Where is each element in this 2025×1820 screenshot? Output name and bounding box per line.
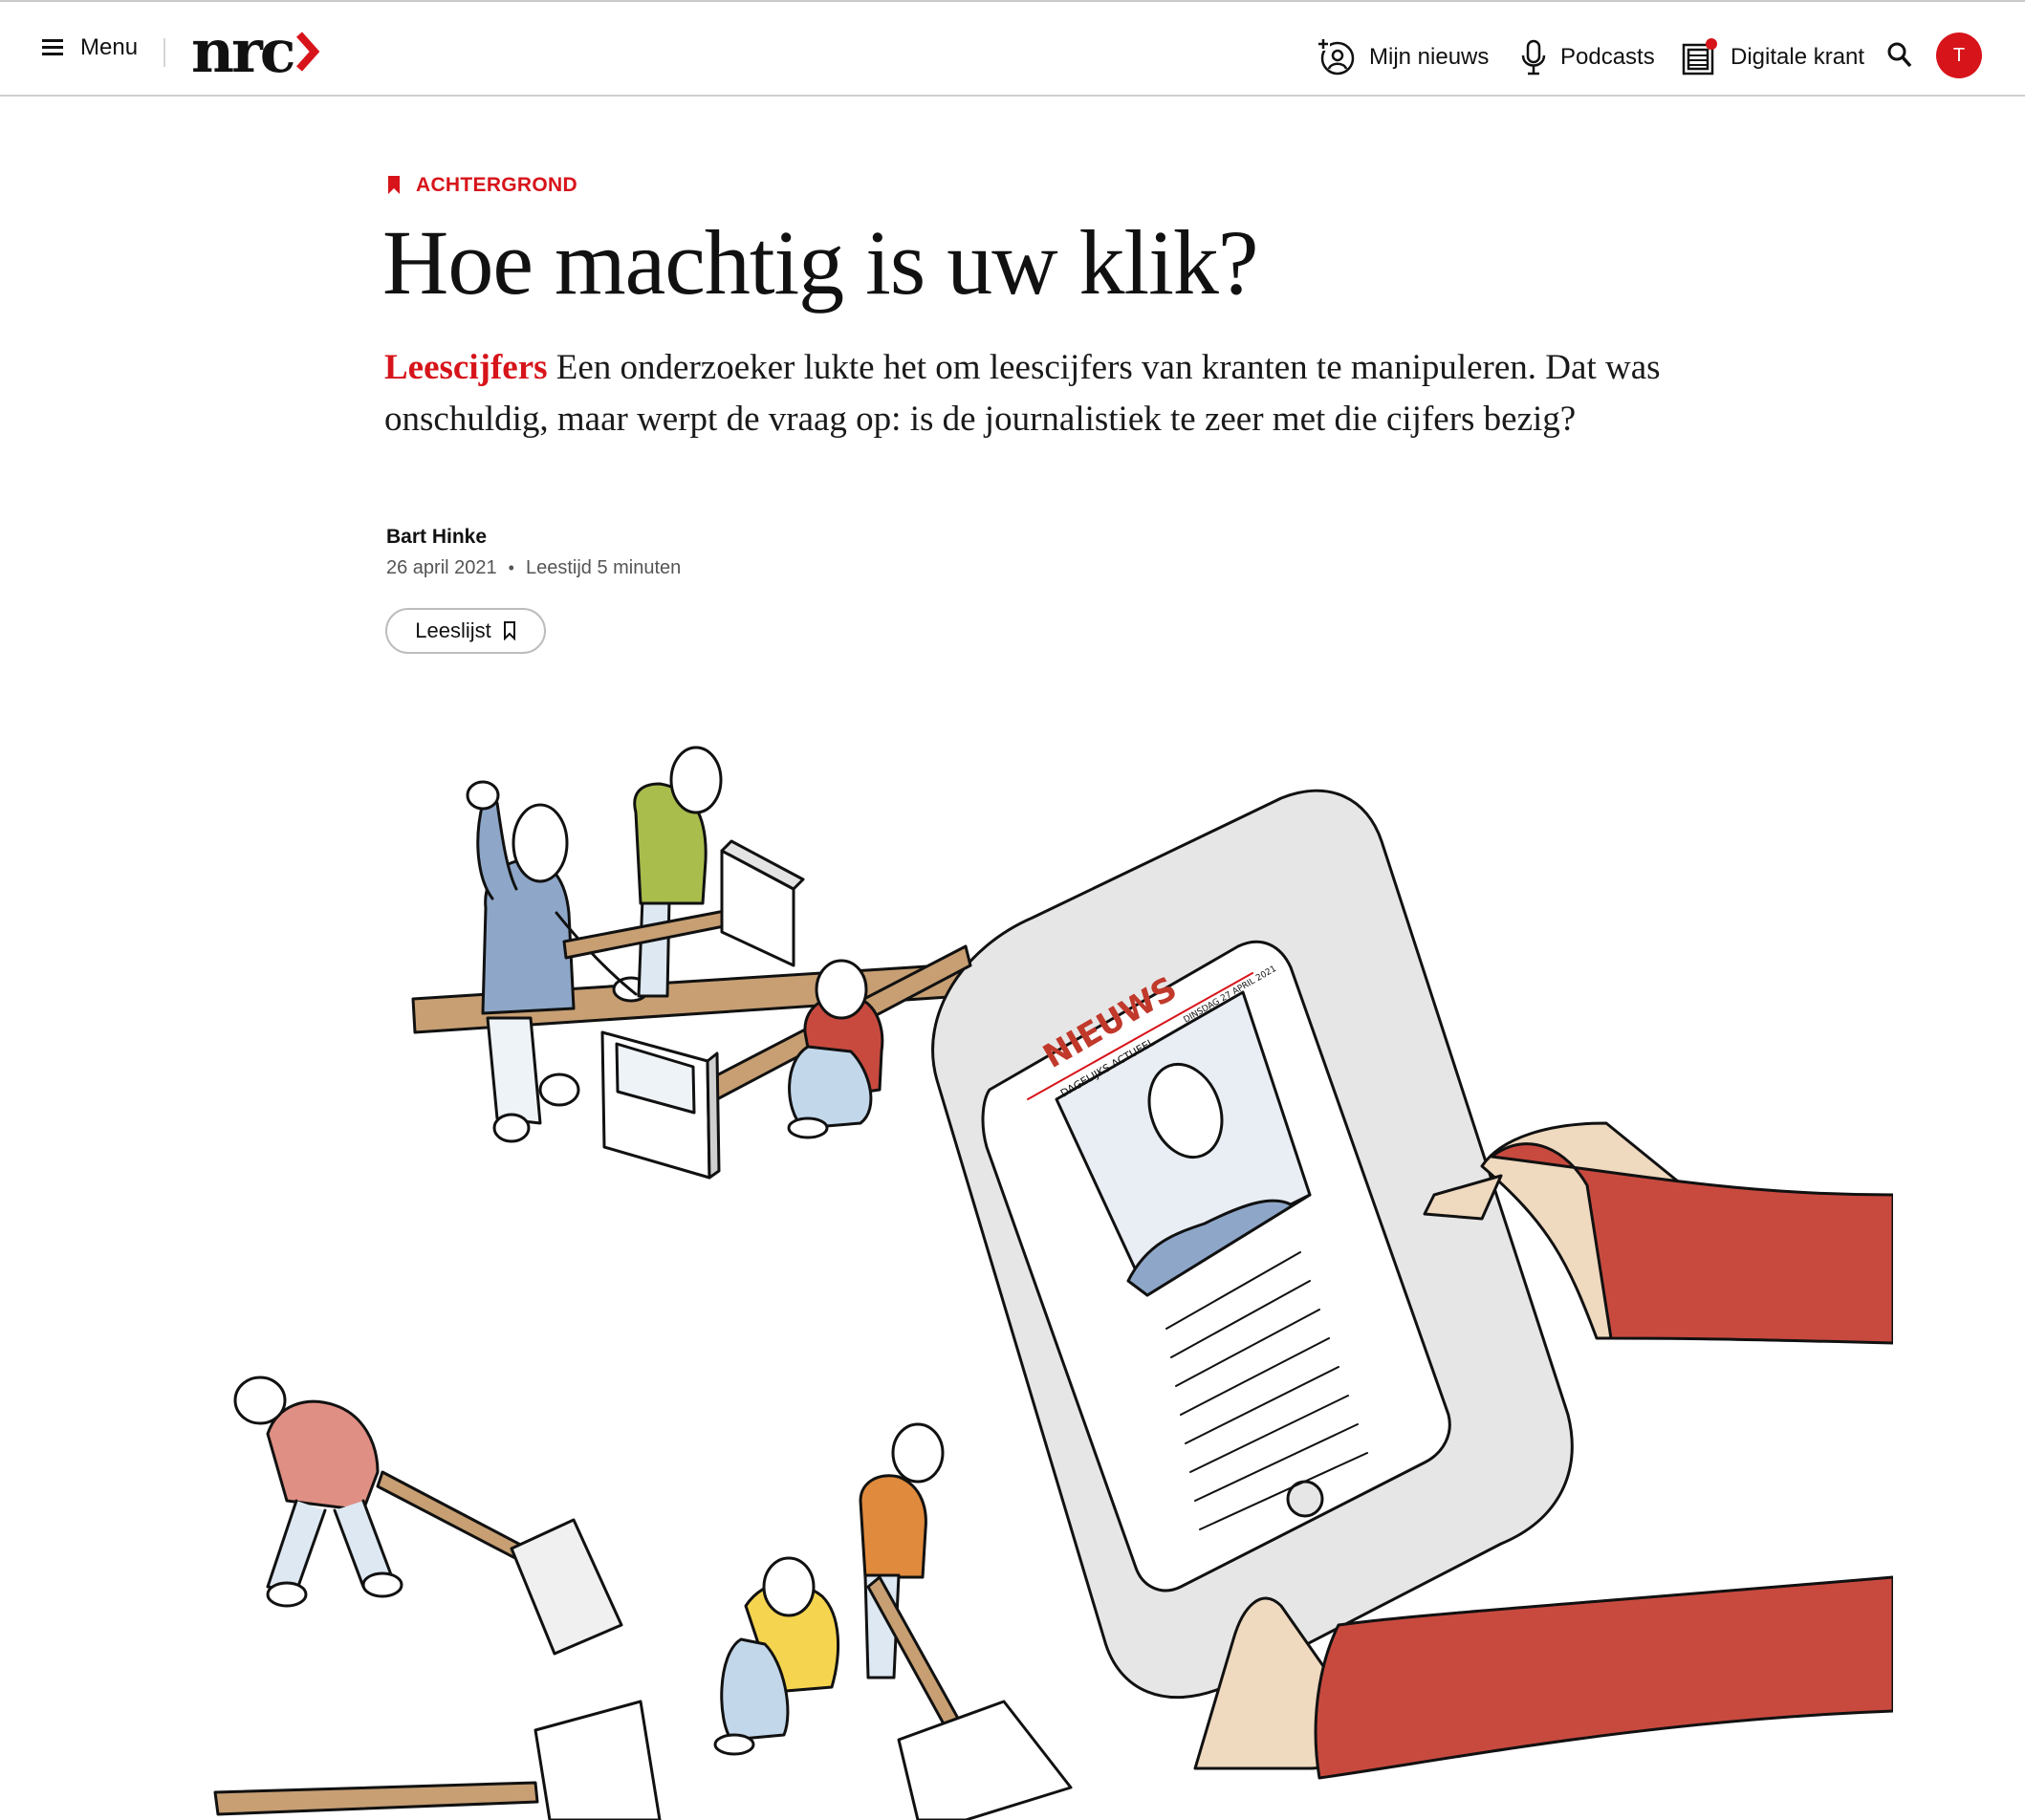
bookmark-icon	[388, 176, 400, 194]
readlist-label: Leeslijst	[415, 618, 491, 642]
kicker-label: ACHTERGROND	[416, 174, 577, 196]
nav-label: Podcasts	[1560, 44, 1655, 70]
search-icon	[1887, 42, 1912, 68]
personal-news-icon	[1317, 38, 1355, 76]
figure-pink-walking	[233, 1376, 623, 1656]
logo-chevron-icon	[295, 32, 319, 72]
bookmark-outline-icon	[503, 621, 515, 640]
microphone-icon	[1521, 39, 1546, 76]
lead-category[interactable]: Leescijfers	[384, 348, 548, 387]
header-divider	[163, 38, 165, 67]
article-title: Hoe machtig is uw klik?	[382, 211, 1258, 314]
logo-text: nrc	[191, 16, 295, 86]
nav-podcasts[interactable]: Podcasts	[1520, 38, 1655, 76]
lead-text: Een onderzoeker lukte het om leescijfers…	[384, 348, 1661, 439]
article-lead: Leescijfers Een onderzoeker lukte het om…	[384, 342, 1685, 445]
nrc-logo[interactable]: nrc	[191, 16, 320, 86]
nav-label: Mijn nieuws	[1369, 44, 1490, 70]
meta-separator: •	[508, 558, 514, 577]
figure-green	[562, 746, 805, 998]
article-illustration: NIEUWS DAGELIJKS ACTUEEL DINSDAG 27 APRI…	[213, 746, 1893, 1820]
hamburger-icon	[42, 39, 63, 56]
tablet	[931, 789, 1574, 1700]
figure-red-sitting	[706, 944, 972, 1139]
site-header: Menu nrc Mijn nieuws Podcasts Digitale k…	[0, 2, 2025, 97]
nav-mijn-nieuws[interactable]: Mijn nieuws	[1317, 38, 1489, 76]
readlist-button[interactable]: Leeslijst	[385, 608, 546, 654]
author-name[interactable]: Bart Hinke	[386, 526, 487, 549]
article-meta: 26 april 2021 • Leestijd 5 minuten	[386, 557, 681, 579]
reading-time: Leestijd 5 minuten	[525, 557, 682, 578]
figure-yellow-sitting	[713, 1556, 839, 1756]
nav-label: Digitale krant	[1731, 44, 1865, 70]
user-avatar[interactable]: T	[1936, 32, 1982, 78]
nav-digitale-krant[interactable]: Digitale krant	[1681, 38, 1864, 76]
figure-orange	[859, 1422, 977, 1759]
article-kicker[interactable]: ACHTERGROND	[387, 174, 577, 197]
menu-button[interactable]: Menu	[42, 34, 138, 61]
newspaper-icon	[1682, 38, 1717, 76]
notification-dot	[1706, 38, 1717, 50]
publish-date: 26 april 2021	[386, 557, 497, 578]
search-button[interactable]	[1887, 42, 1912, 69]
framed-picture	[600, 1030, 721, 1180]
menu-label: Menu	[80, 34, 139, 60]
avatar-letter: T	[1952, 44, 1966, 66]
